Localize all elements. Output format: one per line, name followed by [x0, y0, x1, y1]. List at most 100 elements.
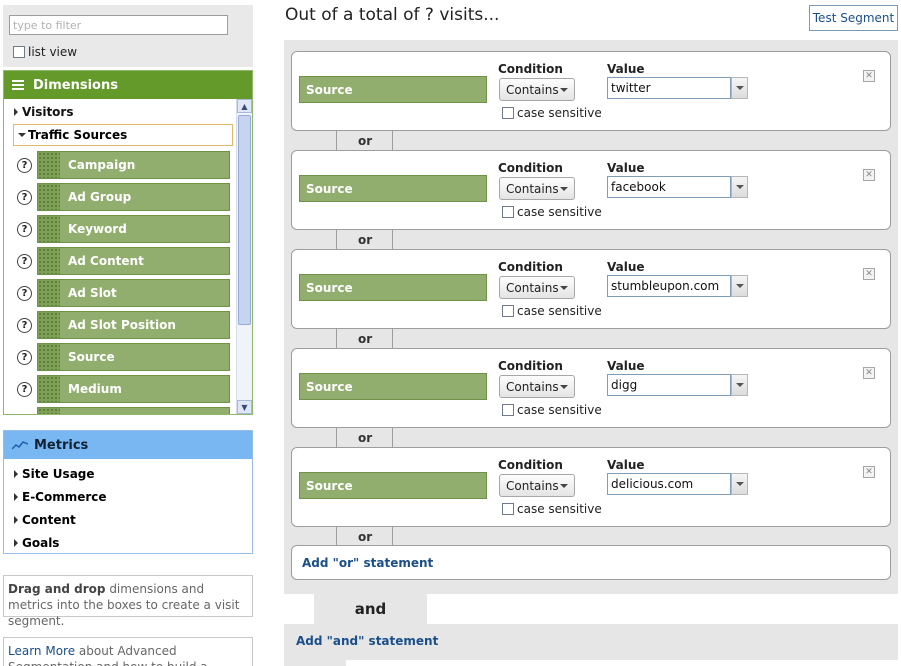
close-icon[interactable]: ✕: [863, 169, 875, 181]
scroll-down-button[interactable]: ▼: [237, 400, 252, 414]
dimension-chip[interactable]: Ad Group: [37, 183, 230, 211]
learn-more-link[interactable]: Learn More: [8, 644, 75, 658]
filter-input[interactable]: [9, 15, 228, 35]
help-icon[interactable]: ?: [17, 157, 32, 173]
case-sensitive-toggle[interactable]: case sensitive: [502, 205, 602, 219]
chevron-down-icon: [560, 88, 568, 92]
close-icon[interactable]: ✕: [863, 466, 875, 478]
tree-item-visitors[interactable]: Visitors: [14, 105, 74, 119]
value-input[interactable]: facebook: [607, 176, 731, 198]
case-sensitive-toggle[interactable]: case sensitive: [502, 304, 602, 318]
value-label: Value: [607, 458, 645, 472]
case-sensitive-checkbox[interactable]: [502, 206, 514, 218]
dimension-item[interactable]: ? Ad Content: [17, 247, 232, 275]
dimension-item[interactable]: [17, 407, 232, 414]
or-connector: [291, 329, 891, 348]
dimension-item[interactable]: ? Keyword: [17, 215, 232, 243]
drag-handle-icon[interactable]: [38, 184, 60, 210]
condition-select[interactable]: Contains: [499, 276, 575, 299]
add-and-statement-link[interactable]: Add "and" statement: [296, 634, 438, 648]
dimension-chip[interactable]: Ad Content: [37, 247, 230, 275]
dimensions-scrollbar[interactable]: ▲ ▼: [236, 99, 252, 414]
dimension-item[interactable]: ? Ad Group: [17, 183, 232, 211]
dimension-drop-chip[interactable]: Source: [299, 76, 487, 103]
drag-handle-icon[interactable]: [38, 216, 60, 242]
close-icon[interactable]: ✕: [863, 268, 875, 280]
dimension-drop-chip[interactable]: Source: [299, 472, 487, 499]
condition-select[interactable]: Contains: [499, 78, 575, 101]
value-dropdown-button[interactable]: [731, 374, 748, 396]
list-view-checkbox[interactable]: [13, 46, 25, 58]
dimension-item[interactable]: ? Ad Slot: [17, 279, 232, 307]
help-icon[interactable]: ?: [17, 253, 32, 269]
case-sensitive-checkbox[interactable]: [502, 305, 514, 317]
value-dropdown-button[interactable]: [731, 77, 748, 99]
value-input[interactable]: delicious.com: [607, 473, 731, 495]
dimension-item[interactable]: ? Ad Slot Position: [17, 311, 232, 339]
condition-select[interactable]: Contains: [499, 474, 575, 497]
help-icon[interactable]: ?: [17, 221, 32, 237]
scroll-up-button[interactable]: ▲: [237, 99, 252, 113]
metrics-item-ecommerce[interactable]: E-Commerce: [14, 490, 107, 504]
value-input[interactable]: twitter: [607, 77, 731, 99]
case-sensitive-checkbox[interactable]: [502, 404, 514, 416]
drag-handle-icon[interactable]: [38, 408, 60, 414]
value-dropdown-button[interactable]: [731, 473, 748, 495]
drag-handle-icon[interactable]: [38, 248, 60, 274]
drag-handle-icon[interactable]: [38, 376, 60, 402]
test-segment-button[interactable]: Test Segment: [809, 5, 898, 31]
value-dropdown-button[interactable]: [731, 176, 748, 198]
expand-arrow-icon: [14, 539, 18, 547]
close-icon[interactable]: ✕: [863, 367, 875, 379]
condition-box: Source Condition Value Contains case sensiti…: [291, 150, 891, 230]
dimension-drop-chip[interactable]: Source: [299, 175, 487, 202]
dimension-chip[interactable]: Source: [37, 343, 230, 371]
metrics-item-goals[interactable]: Goals: [14, 536, 59, 550]
tree-item-traffic-sources[interactable]: Traffic Sources: [13, 124, 233, 146]
case-sensitive-toggle[interactable]: case sensitive: [502, 502, 602, 516]
close-icon[interactable]: ✕: [863, 70, 875, 82]
dimension-chip[interactable]: Ad Slot Position: [37, 311, 230, 339]
case-sensitive-toggle[interactable]: case sensitive: [502, 106, 602, 120]
dimensions-list: Visitors Traffic Sources ? Campaign? Ad Gr…: [4, 99, 236, 414]
scroll-thumb[interactable]: [238, 115, 251, 325]
dimension-chip[interactable]: Ad Slot: [37, 279, 230, 307]
condition-select[interactable]: Contains: [499, 177, 575, 200]
dimensions-header[interactable]: Dimensions: [4, 71, 252, 99]
add-or-statement-link[interactable]: Add "or" statement: [291, 545, 891, 580]
metrics-item-site-usage[interactable]: Site Usage: [14, 467, 95, 481]
dimension-drop-chip[interactable]: Source: [299, 274, 487, 301]
help-icon[interactable]: ?: [17, 285, 32, 301]
metrics-item-content[interactable]: Content: [14, 513, 76, 527]
case-sensitive-checkbox[interactable]: [502, 503, 514, 515]
dimension-chip[interactable]: [37, 407, 230, 414]
dimension-chip[interactable]: Medium: [37, 375, 230, 403]
dimension-item[interactable]: ? Source: [17, 343, 232, 371]
list-view-toggle[interactable]: list view: [13, 45, 77, 59]
case-sensitive-checkbox[interactable]: [502, 107, 514, 119]
drag-handle-icon[interactable]: [38, 280, 60, 306]
dimension-item[interactable]: ? Campaign: [17, 151, 232, 179]
condition-label: Condition: [498, 161, 563, 175]
condition-select[interactable]: Contains: [499, 375, 575, 398]
help-icon[interactable]: ?: [17, 349, 32, 365]
value-input[interactable]: digg: [607, 374, 731, 396]
help-icon[interactable]: ?: [17, 317, 32, 333]
dimension-chip[interactable]: Campaign: [37, 151, 230, 179]
metrics-header[interactable]: Metrics: [4, 431, 252, 459]
help-bold: Drag and drop: [8, 582, 106, 596]
value-input[interactable]: stumbleupon.com: [607, 275, 731, 297]
dimension-chip[interactable]: Keyword: [37, 215, 230, 243]
help-icon[interactable]: ?: [17, 189, 32, 205]
or-connector: [291, 131, 891, 150]
drag-handle-icon[interactable]: [38, 152, 60, 178]
dimension-item[interactable]: ? Medium: [17, 375, 232, 403]
dimension-drop-chip[interactable]: Source: [299, 373, 487, 400]
drag-handle-icon[interactable]: [38, 312, 60, 338]
case-sensitive-toggle[interactable]: case sensitive: [502, 403, 602, 417]
value-label: Value: [607, 260, 645, 274]
drag-handle-icon[interactable]: [38, 344, 60, 370]
value-dropdown-button[interactable]: [731, 275, 748, 297]
condition-select-value: Contains: [506, 280, 559, 295]
help-icon[interactable]: ?: [17, 381, 32, 397]
